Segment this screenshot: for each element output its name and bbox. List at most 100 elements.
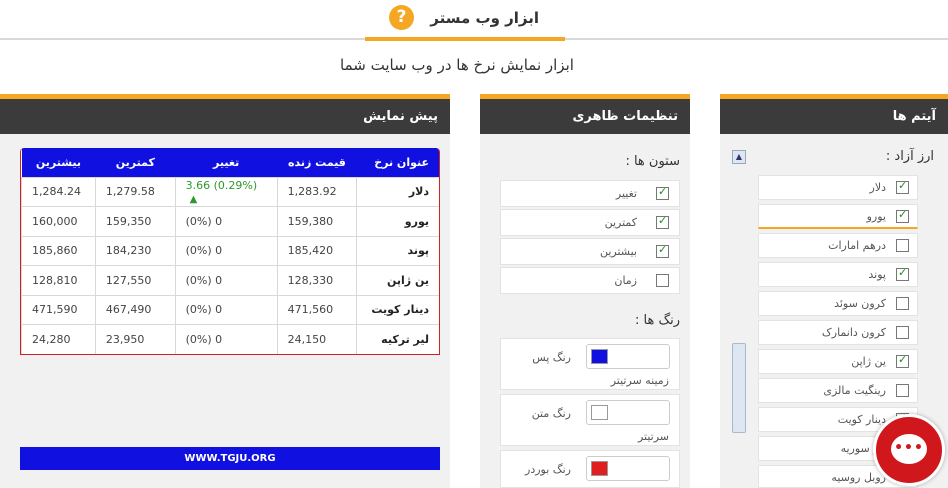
price-cell: 24,150 bbox=[276, 324, 357, 354]
column-option-label: تغییر bbox=[615, 187, 637, 200]
low-cell: 159,350 bbox=[94, 206, 176, 236]
currency-checkbox[interactable] bbox=[896, 353, 909, 368]
change-value: 3.66 (0.29%) bbox=[185, 178, 258, 192]
currency-checkbox[interactable] bbox=[896, 384, 909, 397]
color-option-sublabel: سرتیتر bbox=[637, 430, 669, 443]
settings-panel-title: تنظیمات ظاهری bbox=[480, 94, 690, 134]
table-row: پوند 185,420 (0%) 0 184,230 185,860 bbox=[21, 235, 439, 266]
currency-item-label: یورو bbox=[866, 210, 886, 223]
column-header: قیمت زنده bbox=[277, 148, 357, 177]
table-footer-link[interactable]: WWW.TGJU.ORG bbox=[20, 447, 440, 470]
free-currency-label: ارز آزاد : bbox=[885, 149, 934, 164]
column-option[interactable]: بیشترین bbox=[500, 238, 680, 265]
low-cell: 467,490 bbox=[94, 294, 176, 325]
price-cell: 471,560 bbox=[276, 294, 357, 325]
currency-item[interactable]: دلار bbox=[758, 175, 918, 200]
change-cell: 3.66 (0.29%)▲ bbox=[174, 176, 278, 207]
currency-checkbox[interactable] bbox=[896, 208, 909, 223]
preview-panel-title: پیش نمایش bbox=[0, 94, 450, 134]
up-arrow-icon: ▲ bbox=[189, 193, 198, 205]
column-option[interactable]: تغییر bbox=[500, 180, 680, 207]
color-option-sublabel: زمینه سرتیتر bbox=[610, 374, 669, 387]
column-header: کمترین bbox=[95, 148, 176, 177]
column-header: بیشترین bbox=[21, 148, 96, 177]
color-swatch[interactable] bbox=[591, 461, 608, 476]
currency-item-label: پوند bbox=[868, 268, 886, 281]
high-cell: 128,810 bbox=[21, 265, 96, 295]
column-checkbox[interactable] bbox=[656, 214, 669, 229]
change-cell: (0%) 0 bbox=[174, 324, 278, 354]
table-row: لیر ترکیه 24,150 (0%) 0 23,950 24,280 bbox=[21, 324, 439, 354]
low-cell: 127,550 bbox=[94, 265, 176, 295]
high-cell: 185,860 bbox=[21, 235, 96, 266]
chat-button[interactable]: ••• bbox=[873, 414, 945, 486]
color-option: رنگ پس زمینه سرتیتر bbox=[500, 338, 680, 390]
currency-item-label: روبل روسیه bbox=[831, 471, 886, 484]
color-swatch[interactable] bbox=[591, 405, 608, 420]
help-icon[interactable]: ? bbox=[389, 5, 414, 30]
chat-bubble-icon: ••• bbox=[891, 434, 927, 464]
currency-name-cell: دینار کویت bbox=[356, 294, 439, 325]
currency-item[interactable]: کرون سوئد bbox=[758, 291, 918, 316]
color-picker-input[interactable] bbox=[586, 456, 670, 481]
column-checkbox[interactable] bbox=[656, 274, 669, 287]
currency-checkbox[interactable] bbox=[896, 326, 909, 339]
column-checkbox[interactable] bbox=[656, 185, 669, 200]
page-subtitle: ابزار نمایش نرخ ها در وب سایت شما bbox=[0, 56, 930, 74]
column-option[interactable]: زمان bbox=[500, 267, 680, 294]
column-option[interactable]: کمترین bbox=[500, 209, 680, 236]
low-cell: 184,230 bbox=[94, 235, 176, 266]
currency-item[interactable]: ین ژاپن bbox=[758, 349, 918, 374]
high-cell: 160,000 bbox=[21, 206, 96, 236]
currency-item-label: درهم امارات bbox=[828, 239, 886, 252]
currency-name-cell: دلار bbox=[356, 176, 439, 207]
currency-name-cell: ین ژاپن bbox=[356, 265, 439, 295]
table-row: دلار 1,283.92 3.66 (0.29%)▲ 1,279.58 1,284.2… bbox=[21, 176, 439, 207]
change-cell: (0%) 0 bbox=[174, 235, 278, 266]
table-row: دینار کویت 471,560 (0%) 0 467,490 471,590 bbox=[21, 294, 439, 325]
change-cell: (0%) 0 bbox=[174, 294, 278, 325]
color-option-label: رنگ متن bbox=[531, 407, 571, 420]
columns-section-label: ستون ها : bbox=[625, 154, 680, 169]
color-picker-input[interactable] bbox=[586, 400, 670, 425]
appearance-settings-panel: تنظیمات ظاهری ستون ها : تغییر کمترین بیشتر… bbox=[480, 94, 690, 488]
items-panel-title: آیتم ها bbox=[720, 94, 948, 134]
currency-checkbox[interactable] bbox=[896, 266, 909, 281]
items-scrollbar[interactable]: ▲ bbox=[732, 150, 746, 488]
column-header: تغییر bbox=[175, 148, 278, 177]
currency-item-label: رینگیت مالزی bbox=[823, 384, 886, 397]
column-option-label: بیشترین bbox=[599, 245, 637, 258]
high-cell: 471,590 bbox=[21, 294, 96, 325]
currency-checkbox[interactable] bbox=[896, 297, 909, 310]
price-cell: 128,330 bbox=[276, 265, 357, 295]
preview-panel: پیش نمایش عنوان نرخ قیمت زنده تغییر کمتر… bbox=[0, 94, 450, 488]
rates-table: عنوان نرخ قیمت زنده تغییر کمترین بیشترین… bbox=[20, 148, 440, 355]
color-option-label: رنگ بوردر bbox=[525, 463, 571, 476]
currency-item[interactable]: یورو bbox=[758, 204, 918, 229]
color-option: رنگ بوردر bbox=[500, 450, 680, 488]
currency-item-label: کرون سوئد bbox=[834, 297, 886, 310]
scroll-thumb[interactable] bbox=[732, 343, 746, 433]
currency-item[interactable]: رینگیت مالزی bbox=[758, 378, 918, 403]
scroll-up-icon[interactable]: ▲ bbox=[732, 150, 746, 164]
color-picker-input[interactable] bbox=[586, 344, 670, 369]
table-row: ین ژاپن 128,330 (0%) 0 127,550 128,810 bbox=[21, 265, 439, 295]
currency-name-cell: لیر ترکیه bbox=[356, 324, 439, 354]
color-option-label: رنگ پس bbox=[532, 351, 571, 364]
tab-webmaster-tools[interactable]: ? ابزار وب مستر bbox=[365, 0, 565, 40]
tab-active-indicator bbox=[365, 37, 565, 41]
currency-item[interactable]: پوند bbox=[758, 262, 918, 287]
low-cell: 23,950 bbox=[94, 324, 176, 354]
tab-title: ابزار وب مستر bbox=[430, 9, 539, 27]
column-checkbox[interactable] bbox=[656, 243, 669, 258]
currency-item-label: دلار bbox=[869, 181, 886, 194]
currency-item[interactable]: درهم امارات bbox=[758, 233, 918, 258]
currency-item[interactable]: کرون دانمارک bbox=[758, 320, 918, 345]
page-subtitle-text: ابزار نمایش نرخ ها در وب سایت شما bbox=[340, 56, 574, 74]
color-swatch[interactable] bbox=[591, 349, 608, 364]
color-option: رنگ متن سرتیتر bbox=[500, 394, 680, 446]
colors-section-label: رنگ ها : bbox=[635, 313, 680, 328]
currency-checkbox[interactable] bbox=[896, 179, 909, 194]
low-cell: 1,279.58 bbox=[94, 176, 176, 207]
currency-checkbox[interactable] bbox=[896, 239, 909, 252]
